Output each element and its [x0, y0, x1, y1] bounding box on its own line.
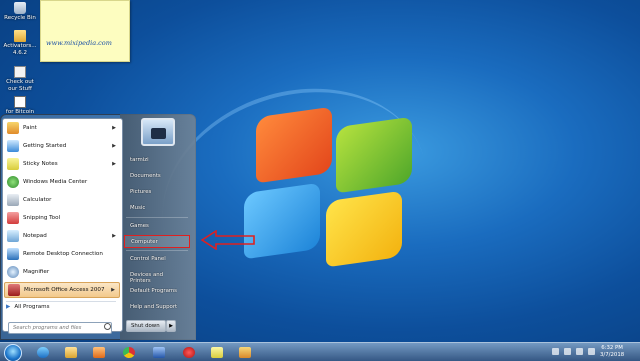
divider [126, 250, 188, 251]
play-arrow-icon: ▶ [6, 304, 11, 310]
sticky-notes-icon [7, 158, 19, 170]
right-item-computer[interactable]: Computer [124, 235, 190, 248]
document-icon [14, 66, 26, 78]
windows-logo [238, 100, 412, 268]
right-item-control-panel[interactable]: Control Panel [124, 253, 190, 266]
taskbar-ie[interactable] [32, 344, 54, 361]
divider [126, 217, 188, 218]
desktop-icon-activators[interactable]: Activators... 4.6.2 [2, 30, 38, 57]
submenu-arrow-icon[interactable]: ▶ [111, 287, 115, 293]
sticky-notes-icon [211, 347, 223, 358]
start-menu: Paint ▶ Getting Started ▶ Sticky Notes ▶… [0, 114, 196, 340]
folder-icon [65, 347, 77, 358]
search-icon[interactable] [104, 323, 111, 330]
taskbar-paint[interactable] [234, 344, 256, 361]
remote-desktop-icon [7, 248, 19, 260]
desktop-icon-check-out[interactable]: Check out our Stuff [2, 66, 38, 93]
taskbar-recorder[interactable] [178, 344, 200, 361]
program-getting-started[interactable]: Getting Started ▶ [4, 138, 120, 154]
internet-explorer-icon [37, 347, 49, 358]
access-icon [8, 284, 20, 296]
magnifier-icon [7, 266, 19, 278]
sticky-note-text: www.mixipedia.com [46, 39, 112, 47]
desktop-icon-bitcoin[interactable]: for Bitcoin [2, 96, 38, 116]
program-notepad[interactable]: Notepad ▶ [4, 228, 120, 244]
clock-time: 6:32 PM [601, 345, 623, 351]
media-center-icon [7, 176, 19, 188]
right-item-user[interactable]: tarmizi [124, 154, 190, 167]
submenu-arrow-icon[interactable]: ▶ [112, 143, 116, 149]
tray-volume-icon[interactable] [576, 348, 583, 355]
program-ms-access-2007[interactable]: Microsoft Office Access 2007 ▶ [4, 282, 120, 298]
document-icon [14, 96, 26, 108]
submenu-arrow-icon[interactable]: ▶ [112, 161, 116, 167]
program-remote-desktop[interactable]: Remote Desktop Connection [4, 246, 120, 262]
right-item-default-programs[interactable]: Default Programs [124, 285, 190, 298]
right-item-music[interactable]: Music [124, 202, 190, 215]
annotation-arrow-icon [200, 230, 255, 250]
chrome-icon [123, 347, 135, 358]
taskbar-chrome[interactable] [118, 344, 140, 361]
submenu-arrow-icon[interactable]: ▶ [112, 125, 116, 131]
record-icon [183, 347, 195, 358]
sticky-note[interactable]: www.mixipedia.com [40, 0, 130, 62]
tray-flag-icon[interactable] [552, 348, 559, 355]
program-sticky-notes[interactable]: Sticky Notes ▶ [4, 156, 120, 172]
tray-clock[interactable]: 6:32 PM 3/7/2018 [600, 345, 624, 359]
user-avatar[interactable] [141, 118, 175, 146]
divider [6, 301, 116, 302]
right-item-documents[interactable]: Documents [124, 170, 190, 183]
right-item-games[interactable]: Games [124, 220, 190, 233]
program-windows-media-center[interactable]: Windows Media Center [4, 174, 120, 190]
scissors-icon [7, 212, 19, 224]
shutdown-button[interactable]: Shut down [126, 320, 166, 332]
program-calculator[interactable]: Calculator [4, 192, 120, 208]
taskbar-word[interactable] [148, 344, 170, 361]
right-item-devices-printers[interactable]: Devices and Printers [124, 269, 190, 284]
right-item-pictures[interactable]: Pictures [124, 186, 190, 199]
taskbar-media-player[interactable] [88, 344, 110, 361]
program-paint[interactable]: Paint ▶ [4, 120, 120, 136]
taskbar: 6:32 PM 3/7/2018 [0, 342, 640, 361]
search-programs-input[interactable]: Search programs and files [8, 322, 112, 334]
program-magnifier[interactable]: Magnifier [4, 264, 120, 280]
notepad-icon [7, 230, 19, 242]
recycle-bin-icon [14, 2, 26, 14]
paint-icon [239, 347, 251, 358]
paint-icon [7, 122, 19, 134]
shutdown-options-button[interactable]: ▶ [166, 320, 176, 332]
submenu-arrow-icon[interactable]: ▶ [112, 233, 116, 239]
folder-icon [14, 30, 26, 42]
desktop-icon-recycle-bin[interactable]: Recycle Bin [2, 2, 38, 22]
tray-battery-icon[interactable] [588, 348, 595, 355]
tray-network-icon[interactable] [564, 348, 571, 355]
word-icon [153, 347, 165, 358]
right-item-help-support[interactable]: Help and Support [124, 301, 190, 314]
clock-date: 3/7/2018 [600, 352, 625, 358]
program-snipping-tool[interactable]: Snipping Tool [4, 210, 120, 226]
all-programs-button[interactable]: ▶ All Programs [6, 304, 50, 310]
start-orb-button[interactable] [4, 344, 22, 361]
getting-started-icon [7, 140, 19, 152]
media-player-icon [93, 347, 105, 358]
calculator-icon [7, 194, 19, 206]
taskbar-explorer[interactable] [60, 344, 82, 361]
taskbar-sticky-notes[interactable] [206, 344, 228, 361]
